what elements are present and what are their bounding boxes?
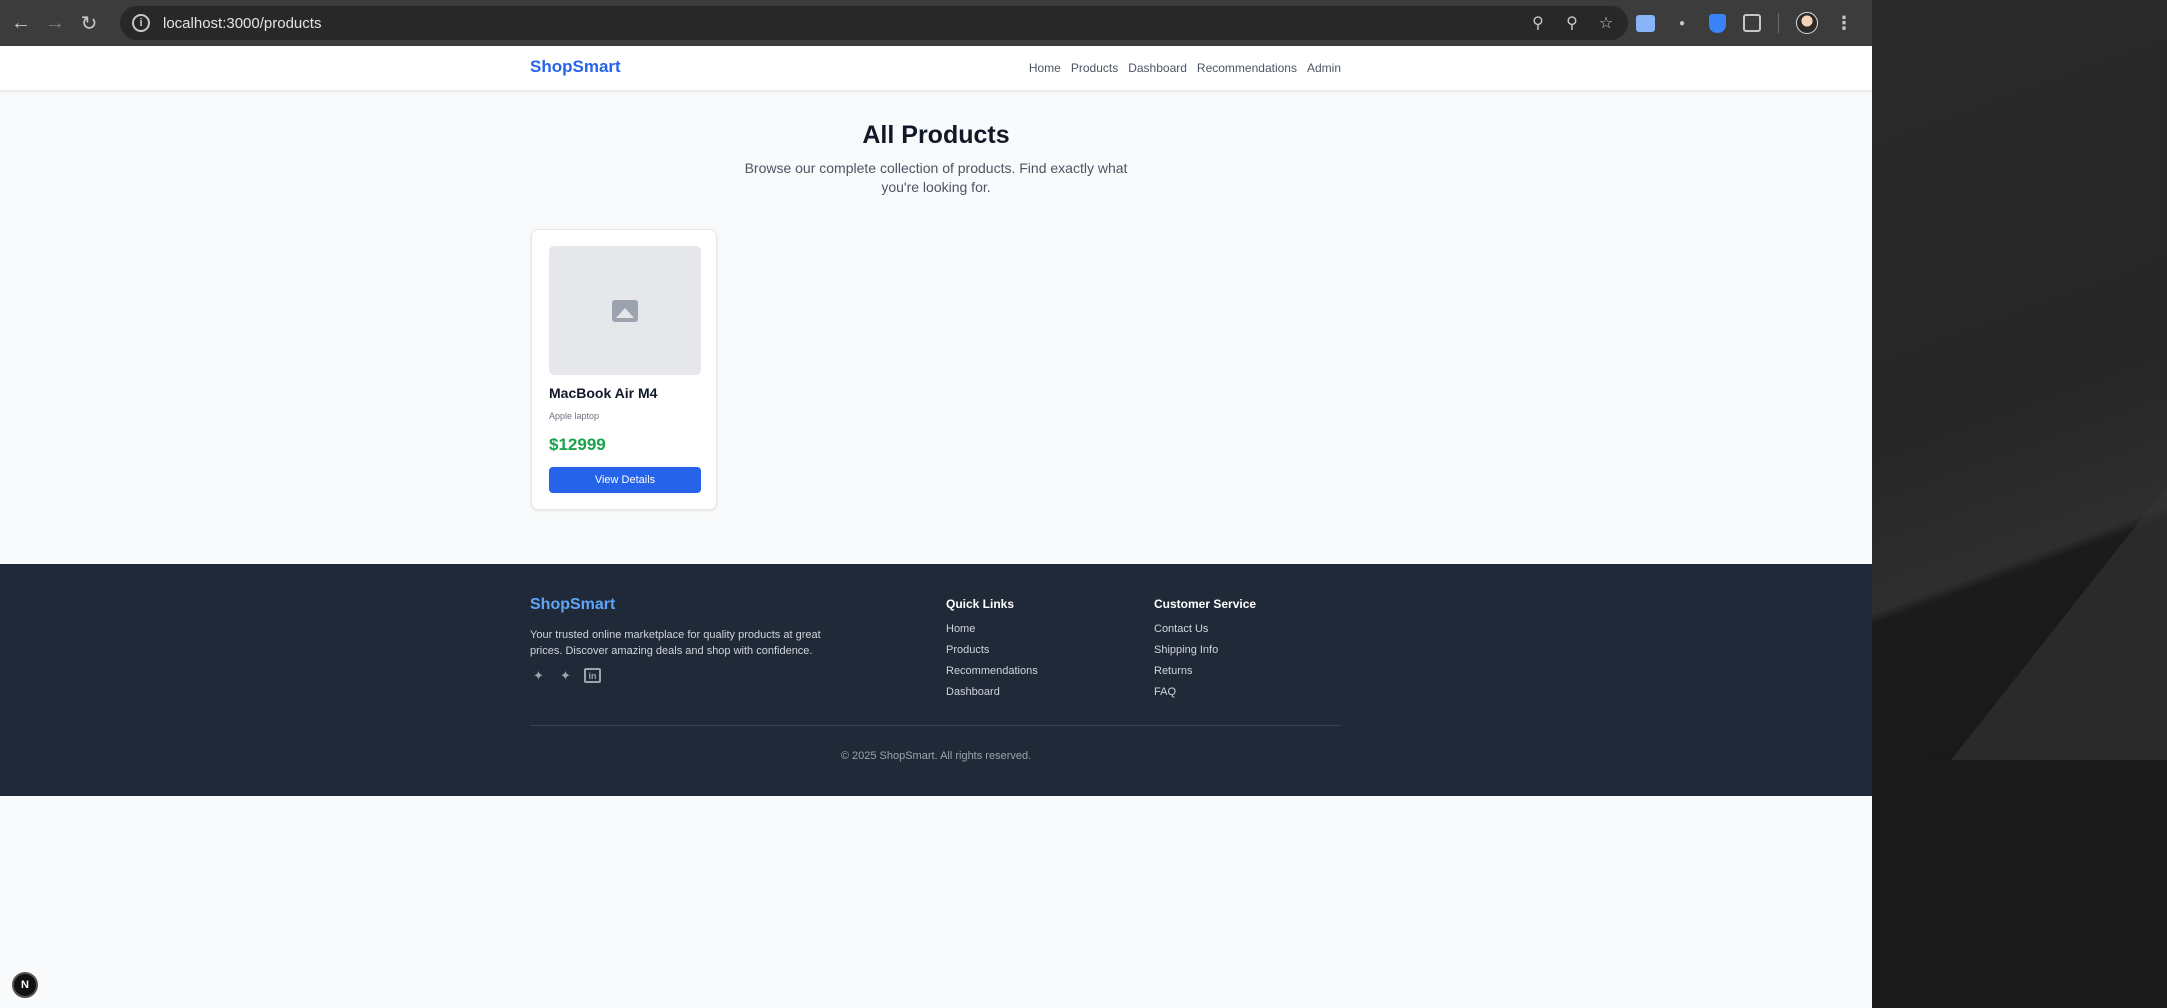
product-description: Apple laptop <box>549 411 600 421</box>
forward-arrow-icon[interactable]: → <box>38 6 72 40</box>
page-title: All Products <box>862 121 1010 149</box>
footer-link-dashboard[interactable]: Dashboard <box>946 686 1038 699</box>
footer-link-contact[interactable]: Contact Us <box>1154 623 1256 636</box>
url-text[interactable]: localhost:3000/products <box>163 15 321 32</box>
reload-icon[interactable]: ↻ <box>72 6 106 40</box>
nav-home[interactable]: Home <box>1029 61 1061 75</box>
desktop-shape <box>1872 760 2167 1008</box>
footer-link-returns[interactable]: Returns <box>1154 665 1256 678</box>
twitter-icon[interactable]: ✦ <box>557 668 574 683</box>
shield-extension-icon[interactable] <box>1709 13 1726 33</box>
site-footer: ShopSmart Your trusted online marketplac… <box>0 564 1872 796</box>
footer-logo: ShopSmart <box>530 596 616 613</box>
footer-link-shipping[interactable]: Shipping Info <box>1154 644 1256 657</box>
quick-links-column: Quick Links Home Products Recommendation… <box>946 597 1038 707</box>
screen-capture-extension-icon[interactable] <box>1636 14 1655 32</box>
main-nav: Home Products Dashboard Recommendations … <box>1029 61 1341 75</box>
back-arrow-icon[interactable]: ← <box>4 6 38 40</box>
customer-service-heading: Customer Service <box>1154 597 1257 611</box>
product-image-placeholder <box>549 246 701 375</box>
twitter-icon[interactable]: ✦ <box>530 668 547 683</box>
social-links: ✦ ✦ in <box>530 668 601 683</box>
toolbar-divider <box>1778 13 1779 33</box>
browser-toolbar: ← → ↻ i localhost:3000/products ⚲ ⚲ ☆ ● … <box>0 0 1872 46</box>
footer-divider <box>530 725 1341 726</box>
dev-tools-badge[interactable]: N <box>12 972 38 998</box>
linkedin-icon[interactable]: in <box>584 668 601 683</box>
zoom-icon[interactable]: ⚲ <box>1562 13 1582 33</box>
extensions-area: ● ⋮ <box>1636 6 1853 40</box>
quick-links-heading: Quick Links <box>946 597 1015 611</box>
profile-avatar[interactable] <box>1796 12 1818 34</box>
desktop-background <box>1872 0 2167 1008</box>
nav-recommendations[interactable]: Recommendations <box>1197 61 1297 75</box>
extensions-puzzle-icon[interactable] <box>1743 14 1761 32</box>
site-info-icon[interactable]: i <box>132 14 150 32</box>
page-subtitle: Browse our complete collection of produc… <box>744 160 1128 195</box>
footer-link-faq[interactable]: FAQ <box>1154 686 1256 699</box>
product-price: $12999 <box>549 435 606 454</box>
product-card: MacBook Air M4 Apple laptop $12999 View … <box>531 229 717 510</box>
nav-admin[interactable]: Admin <box>1307 61 1341 75</box>
image-placeholder-icon <box>612 299 638 322</box>
browser-menu-icon[interactable]: ⋮ <box>1835 13 1853 34</box>
footer-about: Your trusted online marketplace for qual… <box>530 629 821 657</box>
customer-service-column: Customer Service Contact Us Shipping Inf… <box>1154 597 1256 707</box>
footer-link-recommendations[interactable]: Recommendations <box>946 665 1038 678</box>
nav-products[interactable]: Products <box>1071 61 1118 75</box>
bookmark-star-icon[interactable]: ☆ <box>1596 13 1616 33</box>
site-logo[interactable]: ShopSmart <box>530 57 621 77</box>
site-header: ShopSmart Home Products Dashboard Recomm… <box>0 46 1872 91</box>
footer-link-home[interactable]: Home <box>946 623 1038 636</box>
view-details-button[interactable]: View Details <box>549 467 701 493</box>
nav-dashboard[interactable]: Dashboard <box>1128 61 1187 75</box>
copyright-text: © 2025 ShopSmart. All rights reserved. <box>840 750 1032 762</box>
address-bar[interactable]: i localhost:3000/products ⚲ ⚲ ☆ <box>120 6 1628 40</box>
product-name: MacBook Air M4 <box>549 385 658 401</box>
small-extension-icon[interactable]: ● <box>1672 13 1692 33</box>
password-key-icon[interactable]: ⚲ <box>1528 13 1548 33</box>
browser-window: ← → ↻ i localhost:3000/products ⚲ ⚲ ☆ ● … <box>0 0 1872 1008</box>
footer-link-products[interactable]: Products <box>946 644 1038 657</box>
